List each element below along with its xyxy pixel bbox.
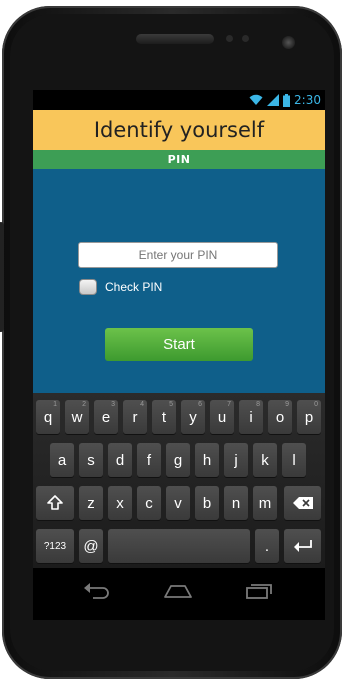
- shift-key[interactable]: [36, 486, 74, 520]
- key-z[interactable]: z: [79, 486, 103, 520]
- key-e[interactable]: e3: [94, 400, 118, 434]
- recent-apps-icon: [246, 584, 272, 599]
- key-p[interactable]: p0: [297, 400, 321, 434]
- recent-apps-button[interactable]: [244, 580, 274, 602]
- pin-form: Check PIN Start: [33, 169, 325, 393]
- key-o[interactable]: o9: [268, 400, 292, 434]
- navigation-bar: [33, 568, 325, 620]
- key-a[interactable]: a: [50, 443, 74, 477]
- key-c[interactable]: c: [137, 486, 161, 520]
- key-v[interactable]: v: [166, 486, 190, 520]
- start-button[interactable]: Start: [105, 328, 253, 361]
- proximity-sensor: [226, 35, 233, 42]
- space-key[interactable]: [108, 529, 250, 563]
- shift-icon: [47, 495, 63, 510]
- section-title: PIN: [167, 153, 191, 166]
- key-k[interactable]: k: [253, 443, 277, 477]
- period-key[interactable]: .: [255, 529, 279, 563]
- wifi-icon: [249, 94, 263, 105]
- section-header: PIN: [33, 150, 325, 169]
- key-t[interactable]: t5: [152, 400, 176, 434]
- key-b[interactable]: b: [195, 486, 219, 520]
- check-pin-label: Check PIN: [105, 280, 163, 294]
- key-x[interactable]: x: [108, 486, 132, 520]
- battery-icon: [283, 93, 291, 107]
- symbols-key[interactable]: ?123: [36, 529, 74, 563]
- delete-key[interactable]: [284, 486, 321, 520]
- screen: 2:30 Identify yourself PIN Check PIN Sta…: [33, 90, 325, 568]
- pin-input[interactable]: [78, 242, 278, 268]
- front-camera: [282, 36, 295, 49]
- status-bar: 2:30: [33, 90, 325, 110]
- enter-icon: [293, 540, 312, 552]
- home-icon: [164, 585, 192, 598]
- check-pin-checkbox[interactable]: [79, 279, 97, 295]
- status-time: 2:30: [294, 93, 321, 107]
- key-w[interactable]: w2: [65, 400, 89, 434]
- home-button[interactable]: [163, 580, 193, 602]
- light-sensor: [242, 35, 249, 42]
- page-title: Identify yourself: [93, 118, 265, 142]
- back-icon: [84, 583, 109, 599]
- key-l[interactable]: l: [282, 443, 306, 477]
- key-h[interactable]: h: [195, 443, 219, 477]
- key-y[interactable]: y6: [181, 400, 205, 434]
- enter-key[interactable]: [284, 529, 321, 563]
- signal-icon: [267, 94, 280, 106]
- backspace-icon: [292, 497, 313, 509]
- phone-side-button: [0, 222, 4, 332]
- at-key[interactable]: @: [79, 529, 103, 563]
- back-button[interactable]: [82, 580, 112, 602]
- key-m[interactable]: m: [253, 486, 277, 520]
- key-g[interactable]: g: [166, 443, 190, 477]
- key-q[interactable]: q1: [36, 400, 60, 434]
- key-i[interactable]: i8: [239, 400, 263, 434]
- key-u[interactable]: u7: [210, 400, 234, 434]
- key-r[interactable]: r4: [123, 400, 147, 434]
- title-bar: Identify yourself: [33, 110, 325, 150]
- key-j[interactable]: j: [224, 443, 248, 477]
- key-n[interactable]: n: [224, 486, 248, 520]
- key-f[interactable]: f: [137, 443, 161, 477]
- check-pin-row[interactable]: Check PIN: [79, 279, 162, 295]
- soft-keyboard: q1 w2 e3 r4 t5 y6 u7 i8 o9 p0 a s d f g …: [33, 393, 325, 568]
- key-s[interactable]: s: [79, 443, 103, 477]
- phone-speaker: [136, 34, 214, 44]
- key-d[interactable]: d: [108, 443, 132, 477]
